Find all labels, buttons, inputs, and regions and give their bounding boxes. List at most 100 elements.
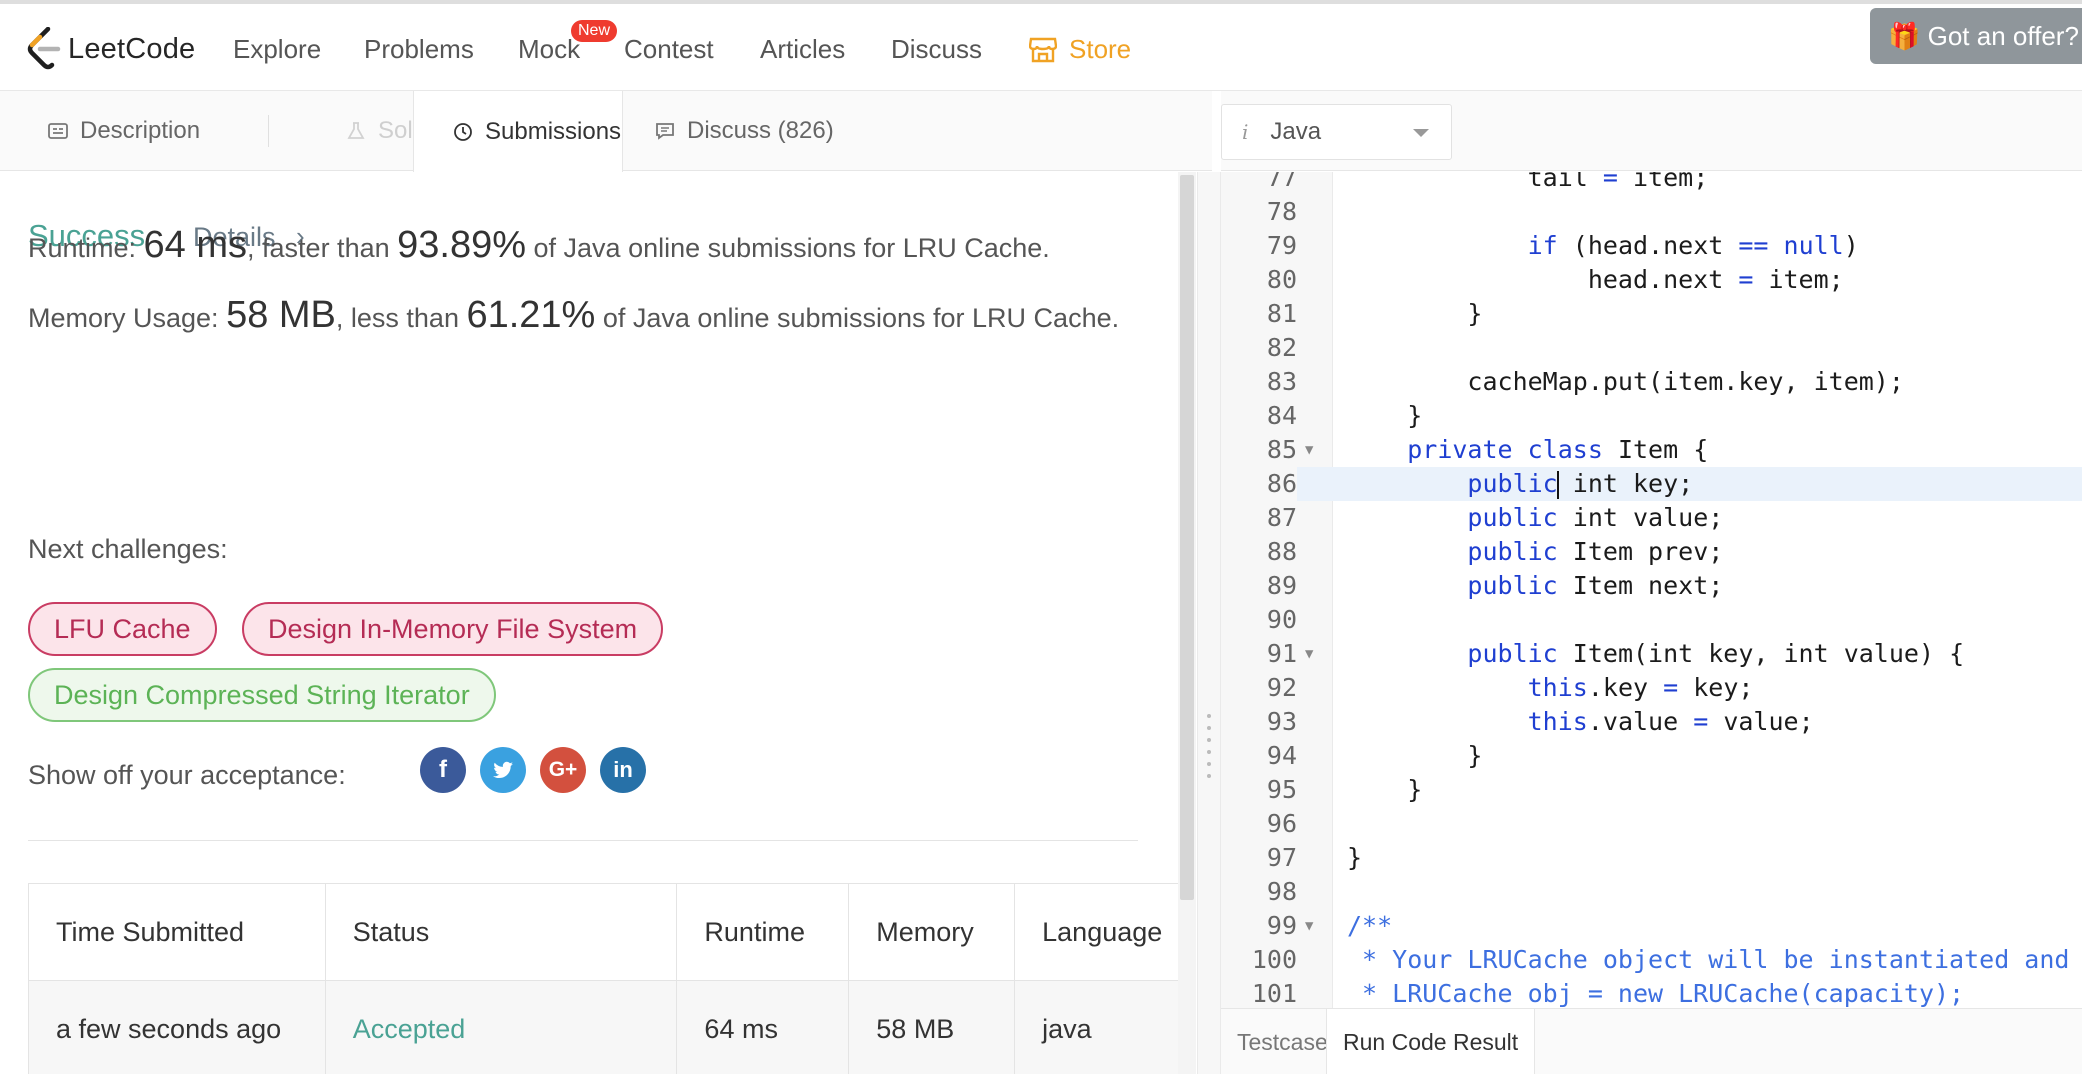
code-line[interactable]: 100 * Your LRUCache object will be insta… bbox=[1221, 943, 2082, 977]
line-number: 87 bbox=[1266, 503, 1297, 532]
line-number: 78 bbox=[1266, 197, 1297, 226]
code-line[interactable]: 89 public Item next; bbox=[1221, 569, 2082, 603]
logo[interactable]: LeetCode bbox=[26, 26, 195, 72]
store-icon bbox=[1029, 37, 1057, 62]
column-header[interactable]: Runtime bbox=[677, 884, 850, 980]
column-header[interactable]: Language bbox=[1015, 884, 1180, 980]
tab-divider bbox=[268, 115, 269, 147]
line-number: 81 bbox=[1266, 299, 1297, 328]
nav-store[interactable]: Store bbox=[1029, 34, 1131, 65]
tab-description[interactable]: Description bbox=[48, 91, 200, 171]
code-line[interactable]: 95 } bbox=[1221, 773, 2082, 807]
code-editor[interactable]: 77 tail = item; 78 79 if (head.next == nul… bbox=[1221, 172, 2082, 1008]
new-badge: New bbox=[571, 20, 618, 42]
code-line[interactable]: 96 bbox=[1221, 807, 2082, 841]
nav-explore[interactable]: Explore bbox=[233, 34, 321, 65]
line-number: 77 bbox=[1266, 172, 1297, 192]
line-number: 82 bbox=[1266, 333, 1297, 362]
nav-mock[interactable]: Mock bbox=[518, 34, 580, 65]
challenge-chip[interactable]: Design Compressed String Iterator bbox=[28, 668, 496, 722]
nav-contest[interactable]: Contest bbox=[624, 34, 714, 65]
memory-value: 58 MB bbox=[226, 294, 336, 336]
fold-arrow-icon[interactable]: ▼ bbox=[1305, 909, 1313, 943]
tab-discuss[interactable]: Discuss (826) bbox=[655, 91, 834, 171]
code-text: head.next = item; bbox=[1347, 265, 1844, 294]
line-number: 80 bbox=[1266, 265, 1297, 294]
cell-memory: 58 MB bbox=[849, 981, 1016, 1074]
cell-time-submitted: a few seconds ago bbox=[29, 981, 326, 1074]
cell-language: java bbox=[1042, 1013, 1092, 1044]
memory-mid: , less than bbox=[335, 303, 467, 333]
column-header[interactable]: Status bbox=[326, 884, 678, 980]
left-scrollbar-thumb[interactable] bbox=[1180, 175, 1194, 900]
comment-icon bbox=[656, 123, 674, 140]
code-line[interactable]: 86 public int key; bbox=[1221, 467, 2082, 501]
line-number: 84 bbox=[1266, 401, 1297, 430]
code-line[interactable]: 83 cacheMap.put(item.key, item); bbox=[1221, 365, 2082, 399]
language-select[interactable]: i Java bbox=[1221, 104, 1452, 160]
line-number: 99 bbox=[1266, 911, 1297, 940]
top-navbar: LeetCode Explore Problems Mock New Conte… bbox=[0, 0, 2082, 91]
nav-problems[interactable]: Problems bbox=[364, 34, 474, 65]
nav-discuss[interactable]: Discuss bbox=[891, 34, 982, 65]
memory-label: Memory Usage: bbox=[28, 303, 227, 333]
tab-testcase-label: Testcase bbox=[1237, 1028, 1328, 1055]
column-header[interactable]: Time Submitted bbox=[29, 884, 326, 980]
got-an-offer-button[interactable]: 🎁 Got an offer? bbox=[1870, 8, 2082, 64]
fold-arrow-icon[interactable]: ▼ bbox=[1305, 433, 1313, 467]
code-line[interactable]: 91 ▼ public Item(int key, int value) { bbox=[1221, 637, 2082, 671]
code-line[interactable]: 93 this.value = value; bbox=[1221, 705, 2082, 739]
line-number: 94 bbox=[1266, 741, 1297, 770]
code-text: this.key = key; bbox=[1527, 673, 1754, 702]
line-number: 93 bbox=[1266, 707, 1297, 736]
code-line[interactable]: 85 ▼ private class Item { bbox=[1221, 433, 2082, 467]
offer-label: Got an offer? bbox=[1927, 21, 2079, 51]
linkedin-icon[interactable]: in bbox=[600, 747, 646, 793]
code-line[interactable]: 81 } bbox=[1221, 297, 2082, 331]
line-number: 91 bbox=[1266, 639, 1297, 668]
code-line[interactable]: 94 } bbox=[1221, 739, 2082, 773]
line-number: 79 bbox=[1266, 231, 1297, 260]
code-text: * LRUCache obj = new LRUCache(capacity); bbox=[1347, 979, 1965, 1008]
facebook-icon[interactable]: f bbox=[420, 747, 466, 793]
code-line[interactable]: 90 bbox=[1221, 603, 2082, 637]
code-text: public Item prev; bbox=[1467, 537, 1724, 566]
code-text: this.value = value; bbox=[1527, 707, 1814, 736]
code-line[interactable]: 78 bbox=[1221, 195, 2082, 229]
store-label: Store bbox=[1069, 34, 1132, 64]
memory-stat: Memory Usage: 58 MB, less than 61.21% of… bbox=[28, 294, 1148, 339]
code-line[interactable]: 88 public Item prev; bbox=[1221, 535, 2082, 569]
language-select-value: Java bbox=[1270, 118, 1322, 145]
code-line[interactable]: 99 ▼ /** bbox=[1221, 909, 2082, 943]
cell-status-link[interactable]: Accepted bbox=[326, 981, 678, 1074]
google-plus-icon[interactable]: G+ bbox=[540, 747, 586, 793]
leetcode-logo-icon bbox=[27, 27, 61, 70]
twitter-icon[interactable] bbox=[480, 747, 526, 793]
code-line[interactable]: 84 } bbox=[1221, 399, 2082, 433]
runtime-tail: of Java online submissions for LRU Cache… bbox=[526, 233, 1050, 263]
runtime-mid: , faster than bbox=[247, 233, 398, 263]
code-line[interactable]: 97} bbox=[1221, 841, 2082, 875]
tab-run-code-result[interactable]: Run Code Result bbox=[1326, 1009, 1536, 1074]
nav-articles[interactable]: Articles bbox=[760, 34, 845, 65]
description-icon bbox=[48, 123, 68, 139]
line-number: 85 bbox=[1266, 435, 1297, 464]
code-line[interactable]: 79 if (head.next == null) bbox=[1221, 229, 2082, 263]
challenge-chip[interactable]: LFU Cache bbox=[28, 602, 217, 656]
code-line[interactable]: 92 this.key = key; bbox=[1221, 671, 2082, 705]
code-line[interactable]: 77 tail = item; bbox=[1221, 172, 2082, 195]
tab-submissions[interactable]: Submissions bbox=[413, 91, 623, 172]
code-line[interactable]: 87 public int value; bbox=[1221, 501, 2082, 535]
column-header[interactable]: Memory bbox=[849, 884, 1016, 980]
challenge-chip[interactable]: Design In-Memory File System bbox=[242, 602, 664, 656]
code-line[interactable]: 80 head.next = item; bbox=[1221, 263, 2082, 297]
tab-discuss-label: Discuss (826) bbox=[687, 117, 834, 144]
fold-arrow-icon[interactable]: ▼ bbox=[1305, 637, 1313, 671]
code-line[interactable]: 101 * LRUCache obj = new LRUCache(capaci… bbox=[1221, 977, 2082, 1008]
panel-resize-handle[interactable] bbox=[1197, 172, 1221, 1074]
line-number: 92 bbox=[1266, 673, 1297, 702]
code-line[interactable]: 82 bbox=[1221, 331, 2082, 365]
code-line[interactable]: 98 bbox=[1221, 875, 2082, 909]
line-number: 88 bbox=[1266, 537, 1297, 566]
line-number: 98 bbox=[1266, 877, 1297, 906]
